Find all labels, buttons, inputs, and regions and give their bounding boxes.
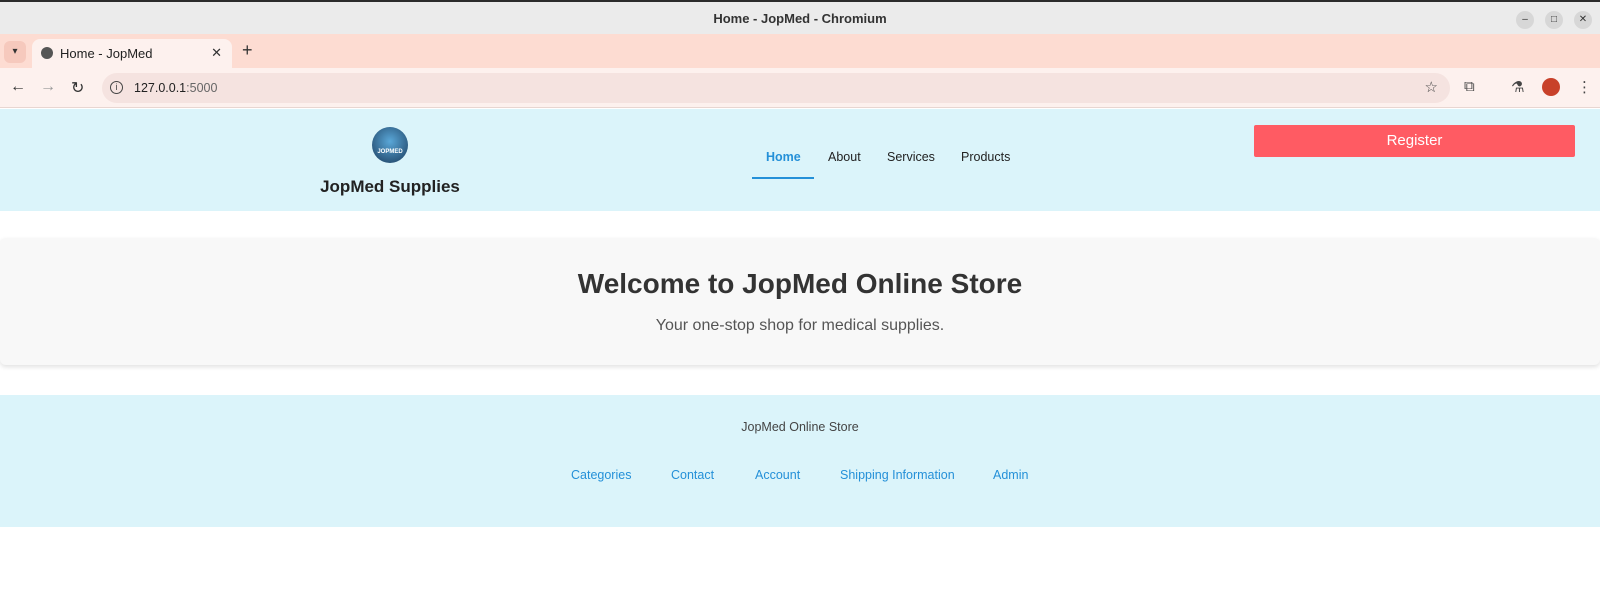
forward-icon[interactable]: → [40,78,56,96]
footer-link-admin[interactable]: Admin [993,468,1028,482]
nav-products[interactable]: Products [961,150,1010,164]
extensions-icon[interactable]: ⧉ [1464,78,1475,95]
url-host: 127.0.0.1 [134,81,187,95]
bookmark-star-icon[interactable]: ☆ [1425,78,1438,96]
browser-tab[interactable]: Home - JopMed ✕ [32,39,232,68]
logo-text: JOPMED [377,149,403,155]
close-icon[interactable]: ✕ [211,45,222,61]
window-close-icon[interactable]: ✕ [1574,11,1592,29]
nav-services[interactable]: Services [887,150,935,164]
active-nav-indicator [752,177,814,179]
hero-section: Welcome to JopMed Online Store Your one-… [0,238,1600,365]
footer-link-account[interactable]: Account [755,468,800,482]
globe-icon [41,47,53,59]
profile-icon[interactable] [1542,78,1560,96]
minimize-icon[interactable]: – [1516,11,1534,29]
brand-name: JopMed Supplies [320,177,460,196]
footer-link-shipping[interactable]: Shipping Information [840,468,955,482]
menu-icon[interactable]: ⋮ [1577,78,1592,96]
reload-icon[interactable]: ↻ [71,78,84,98]
maximize-icon[interactable]: □ [1545,11,1563,29]
address-bar[interactable]: i 127.0.0.1:5000 ☆ [102,73,1450,103]
tab-title: Home - JopMed [60,46,153,61]
footer-title: JopMed Online Store [741,420,859,434]
site-footer: JopMed Online Store Categories Contact A… [0,395,1600,527]
hero-title: Welcome to JopMed Online Store [577,268,1023,299]
window-titlebar: Home - JopMed - Chromium – □ ✕ [0,0,1600,34]
tab-search-icon[interactable]: ▾ [4,41,26,63]
site-info-icon[interactable]: i [110,81,123,94]
nav-home[interactable]: Home [766,150,801,164]
site-header: JOPMED JopMed Supplies Home About Servic… [0,109,1600,211]
back-icon[interactable]: ← [10,78,26,96]
footer-link-categories[interactable]: Categories [571,468,631,482]
logo-icon[interactable]: JOPMED [372,127,408,163]
tab-strip: ▾ Home - JopMed ✕ + [0,34,1600,68]
hero-subtitle: Your one-stop shop for medical supplies. [655,317,945,334]
register-button[interactable]: Register [1254,125,1575,157]
new-tab-icon[interactable]: + [242,40,253,61]
window-title: Home - JopMed - Chromium [713,11,887,26]
url-port: :5000 [186,81,218,95]
footer-link-contact[interactable]: Contact [671,468,714,482]
browser-toolbar: ← → ↻ i 127.0.0.1:5000 ☆ ⧉ ⚗ ⋮ [0,68,1600,108]
page-content: JOPMED JopMed Supplies Home About Servic… [0,109,1600,596]
nav-about[interactable]: About [828,150,861,164]
url-text: 127.0.0.1:5000 [134,81,217,95]
labs-icon[interactable]: ⚗ [1511,78,1524,96]
